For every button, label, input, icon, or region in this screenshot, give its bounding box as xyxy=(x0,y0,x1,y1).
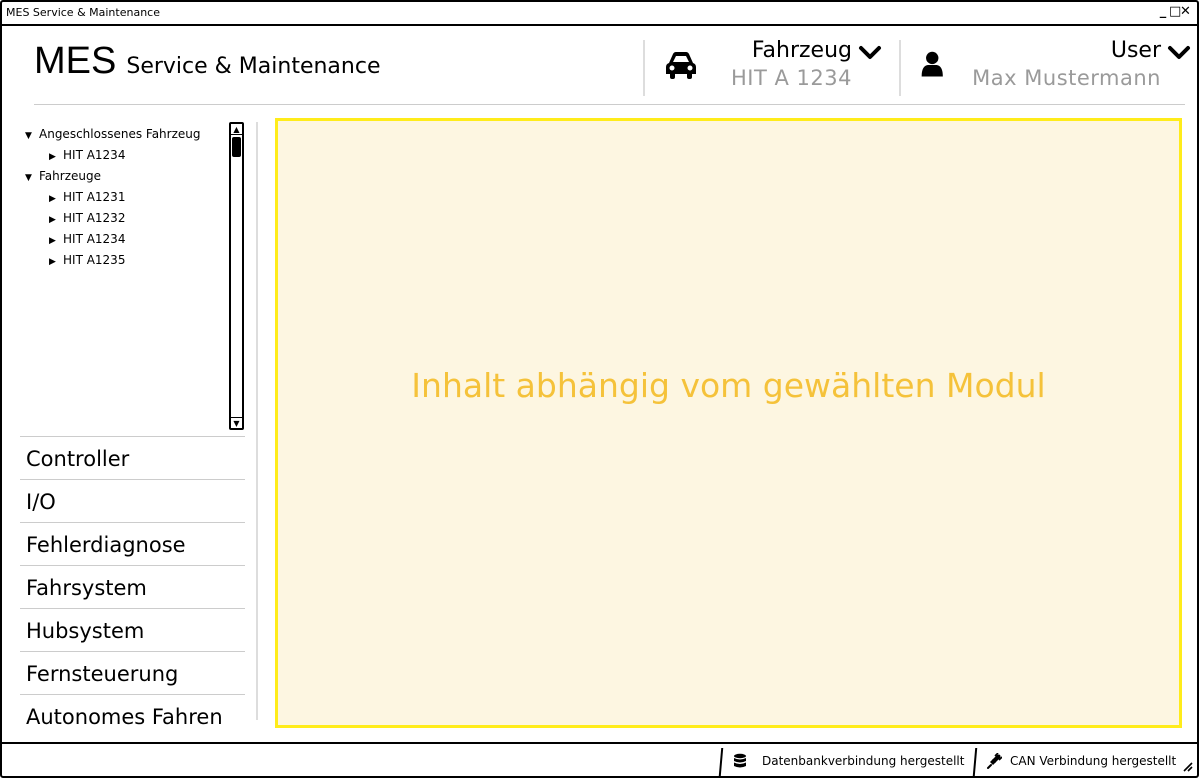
can-status-text: CAN Verbindung hergestellt xyxy=(1010,754,1177,768)
tree-node-label: HIT A1234 xyxy=(63,148,126,162)
menu-item-label: Fahrsystem xyxy=(26,576,147,600)
menu-item-fernsteuerung[interactable]: Fernsteuerung xyxy=(20,651,245,694)
logo-main: MES xyxy=(34,40,117,82)
app-window: MES Service & Maintenance _ □✕ MES Service… xyxy=(0,0,1199,778)
collapsed-triangle-icon: ▶ xyxy=(49,194,56,204)
vehicle-tree: ▼ Angeschlossenes Fahrzeug ▶ HIT A1234 ▼ Fa… xyxy=(20,122,248,430)
scroll-thumb[interactable] xyxy=(232,137,241,157)
can-status: CAN Verbindung hergestellt xyxy=(972,748,1184,776)
window-controls: _ □✕ xyxy=(1158,4,1191,19)
vehicle-label: Fahrzeug xyxy=(751,38,852,63)
user-selector[interactable]: User Max Mustermann xyxy=(919,38,1191,98)
collapsed-triangle-icon: ▶ xyxy=(49,152,56,162)
header-divider xyxy=(643,40,645,96)
user-icon xyxy=(921,51,943,77)
vehicle-value: HIT A 1234 xyxy=(731,66,852,90)
expanded-triangle-icon: ▼ xyxy=(25,131,32,141)
minimize-button[interactable]: _ xyxy=(1158,4,1169,19)
tree-node[interactable]: ▼ Angeschlossenes Fahrzeug xyxy=(25,125,200,143)
car-icon xyxy=(666,52,696,79)
sidebar-divider xyxy=(256,122,258,720)
menu-item-label: Hubsystem xyxy=(26,619,145,643)
menu-item-hubsystem[interactable]: Hubsystem xyxy=(20,608,245,651)
app-header: MES Service & Maintenance Fahrzeug HIT A … xyxy=(2,26,1197,106)
menu-item-label: Controller xyxy=(26,447,130,471)
logo-subtitle: Service & Maintenance xyxy=(126,54,381,79)
tree-node[interactable]: ▶ HIT A1234 xyxy=(49,146,125,164)
plug-icon xyxy=(987,753,1002,769)
content-placeholder: Inhalt abhängig vom gewählten Modul xyxy=(411,366,1046,405)
database-status: Datenbankverbindung hergestellt xyxy=(718,748,970,776)
tree-node[interactable]: ▶ HIT A1234 xyxy=(49,230,125,248)
user-value: Max Mustermann xyxy=(972,66,1161,90)
menu-item-label: Fernsteuerung xyxy=(26,662,179,686)
tree-node-label: HIT A1232 xyxy=(63,211,126,225)
tree-node-label: HIT A1234 xyxy=(63,232,126,246)
menu-item-fehlerdiagnose[interactable]: Fehlerdiagnose xyxy=(20,522,245,565)
vehicle-selector[interactable]: Fahrzeug HIT A 1234 xyxy=(664,38,882,98)
menu-item-io[interactable]: I/O xyxy=(20,479,245,522)
chevron-down-icon xyxy=(1168,46,1190,59)
close-button[interactable]: ✕ xyxy=(1180,4,1191,19)
status-bar: Datenbankverbindung hergestellt CAN Verb… xyxy=(2,742,1197,776)
menu-item-label: Fehlerdiagnose xyxy=(26,533,186,557)
tree-node-label: Fahrzeuge xyxy=(39,169,101,183)
tree-node[interactable]: ▶ HIT A1231 xyxy=(49,188,125,206)
menu-item-label: Autonomes Fahren xyxy=(26,705,223,729)
menu-item-controller[interactable]: Controller xyxy=(20,436,245,479)
user-label: User xyxy=(1110,38,1161,63)
tree-node[interactable]: ▶ HIT A1235 xyxy=(49,251,125,269)
menu-item-fahrsystem[interactable]: Fahrsystem xyxy=(20,565,245,608)
header-divider xyxy=(899,40,901,96)
tree-node[interactable]: ▶ HIT A1232 xyxy=(49,209,125,227)
tree-node[interactable]: ▼ Fahrzeuge xyxy=(25,167,101,185)
tree-node-label: Angeschlossenes Fahrzeug xyxy=(39,127,201,141)
status-divider xyxy=(972,748,978,776)
database-status-text: Datenbankverbindung hergestellt xyxy=(762,754,965,768)
tree-node-label: HIT A1235 xyxy=(63,253,126,267)
app-logo: MES Service & Maintenance xyxy=(34,40,381,83)
expanded-triangle-icon: ▼ xyxy=(25,173,32,183)
status-divider xyxy=(718,748,724,776)
tree-scrollbar[interactable]: ▲ ▼ xyxy=(229,122,244,430)
collapsed-triangle-icon: ▶ xyxy=(49,236,56,246)
menu-item-label: I/O xyxy=(26,490,56,514)
database-icon xyxy=(734,753,746,768)
maximize-button[interactable]: □ xyxy=(1169,4,1181,19)
scroll-up-icon[interactable]: ▲ xyxy=(231,124,242,135)
menu-item-autonomes-fahren[interactable]: Autonomes Fahren xyxy=(20,694,245,737)
window-title: MES Service & Maintenance xyxy=(6,6,160,19)
tree-node-label: HIT A1231 xyxy=(63,190,126,204)
header-separator xyxy=(34,104,1185,105)
collapsed-triangle-icon: ▶ xyxy=(49,257,56,267)
collapsed-triangle-icon: ▶ xyxy=(49,215,56,225)
chevron-down-icon xyxy=(859,46,881,59)
scroll-down-icon[interactable]: ▼ xyxy=(231,417,242,428)
title-bar: MES Service & Maintenance _ □✕ xyxy=(2,2,1197,26)
module-content-area: Inhalt abhängig vom gewählten Modul xyxy=(275,118,1182,728)
resize-grip-icon[interactable] xyxy=(1181,760,1193,772)
